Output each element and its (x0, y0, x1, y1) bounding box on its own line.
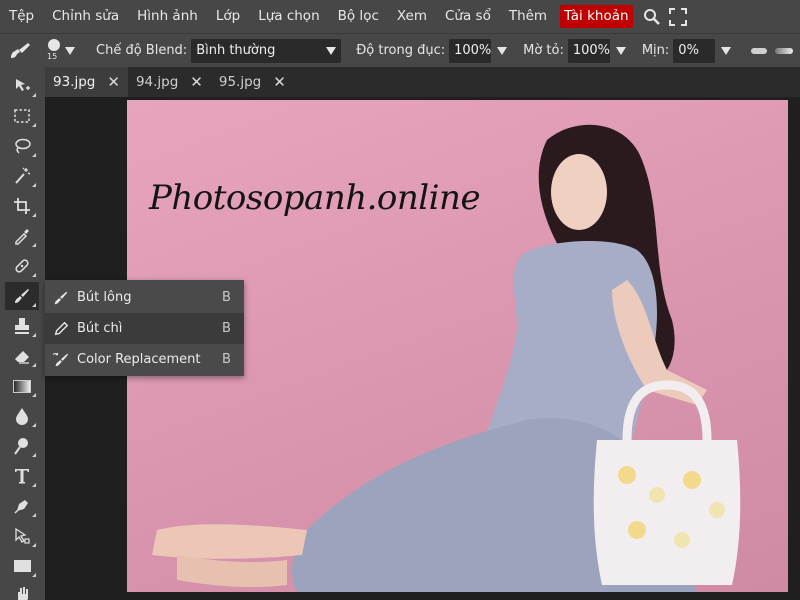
blend-mode-label: Chế độ Blend: (96, 43, 188, 58)
tools-panel (0, 67, 45, 600)
brush-tip-icon (48, 38, 60, 51)
flow-input[interactable]: 100% (567, 38, 610, 63)
brush-preset-picker[interactable]: 15 (40, 34, 80, 68)
menu-window[interactable]: Cửa sổ (436, 0, 500, 33)
stamp-tool[interactable] (5, 312, 39, 340)
magic-wand-icon (15, 167, 31, 184)
pencil-icon (45, 321, 77, 337)
gradient-tool[interactable] (5, 372, 39, 400)
chevron-down-icon (65, 46, 75, 55)
healing-tool[interactable] (5, 252, 39, 280)
brush-icon (45, 290, 77, 306)
type-tool[interactable] (5, 462, 39, 490)
pen-icon (14, 500, 28, 514)
rectangle-tool[interactable] (5, 552, 39, 580)
watermark-text: Photosopanh.online (149, 178, 481, 218)
lasso-icon (15, 138, 31, 154)
menu-bar: Tệp Chỉnh sửa Hình ảnh Lớp Lựa chọn Bộ l… (0, 0, 800, 33)
blur-drop-icon (16, 408, 28, 425)
brush-size-label: 15 (47, 51, 58, 61)
blur-tool[interactable] (5, 402, 39, 430)
options-bar: 15 Chế độ Blend: Bình thường Độ trong đụ… (0, 33, 800, 67)
dodge-icon (14, 438, 28, 455)
pressure-opacity-icon[interactable] (775, 47, 794, 54)
brush-icon (15, 289, 29, 303)
menu-file[interactable]: Tệp (0, 0, 43, 33)
flyout-item-pencil[interactable]: Bút chì B (45, 313, 244, 344)
flow-dropdown-icon[interactable] (615, 46, 626, 55)
blend-mode-value: Bình thường (196, 42, 276, 58)
brush-tool-icon[interactable] (0, 34, 40, 68)
rectangle-icon (13, 560, 31, 572)
magic-wand-tool[interactable] (5, 162, 39, 190)
marquee-tool[interactable] (5, 102, 39, 130)
shortcut-label: B (222, 321, 231, 336)
hand-tool[interactable] (5, 580, 39, 600)
menu-more[interactable]: Thêm (500, 0, 556, 33)
opacity-label: Độ trong đục: (356, 43, 446, 58)
tab-label: 94.jpg (135, 74, 179, 90)
crop-icon (14, 198, 30, 214)
eyedropper-tool[interactable] (5, 222, 39, 250)
search-icon[interactable] (639, 0, 665, 33)
path-select-icon (15, 527, 30, 544)
menu-edit[interactable]: Chỉnh sửa (43, 0, 128, 33)
hand-icon (18, 587, 28, 600)
menu-image[interactable]: Hình ảnh (128, 0, 207, 33)
flyout-item-label: Color Replacement (77, 352, 201, 367)
account-button[interactable]: Tài khoản (560, 5, 633, 28)
eraser-icon (15, 351, 29, 364)
menu-select[interactable]: Lựa chọn (249, 0, 328, 33)
menu-layer[interactable]: Lớp (207, 0, 249, 33)
opacity-input[interactable]: 100% (449, 38, 491, 63)
close-icon[interactable]: ✕ (107, 73, 120, 91)
flyout-item-color-replacement[interactable]: Color Replacement B (45, 344, 244, 375)
move-tool[interactable] (5, 72, 39, 100)
move-icon (16, 79, 30, 91)
gradient-icon (13, 379, 31, 393)
smoothing-dropdown-icon[interactable] (721, 46, 732, 55)
tab-94[interactable]: 94.jpg ✕ (128, 67, 211, 97)
tab-label: 93.jpg (53, 74, 96, 90)
type-icon (15, 469, 29, 484)
tab-label: 95.jpg (218, 74, 262, 90)
opacity-dropdown-icon[interactable] (497, 46, 508, 55)
path-select-tool[interactable] (5, 522, 39, 550)
flow-label: Mờ tỏ: (523, 43, 564, 58)
stamp-icon (15, 318, 29, 334)
lasso-tool[interactable] (5, 132, 39, 160)
bandage-icon (15, 259, 29, 273)
smoothing-input[interactable]: 0% (673, 38, 716, 63)
smoothing-label: Mịn: (641, 43, 670, 58)
menu-filter[interactable]: Bộ lọc (329, 0, 388, 33)
document-tabs: 93.jpg ✕ 94.jpg ✕ 95.jpg ✕ (45, 67, 800, 97)
flyout-item-label: Bút lông (77, 290, 132, 305)
marquee-icon (14, 109, 30, 123)
color-replacement-icon (45, 352, 77, 368)
flyout-item-brush[interactable]: Bút lông B (45, 282, 244, 313)
brush-tool[interactable] (5, 282, 39, 310)
shortcut-label: B (222, 290, 231, 305)
shortcut-label: B (222, 352, 231, 367)
fullscreen-icon[interactable] (665, 0, 691, 33)
menu-view[interactable]: Xem (388, 0, 436, 33)
dodge-tool[interactable] (5, 432, 39, 460)
tab-93[interactable]: 93.jpg ✕ (45, 67, 128, 97)
pressure-size-icon[interactable] (751, 47, 768, 54)
crop-tool[interactable] (5, 192, 39, 220)
eyedropper-icon (15, 229, 29, 245)
brush-tools-flyout: Bút lông B Bút chì B Color Replacement B (45, 280, 244, 376)
close-icon[interactable]: ✕ (273, 73, 286, 91)
eraser-tool[interactable] (5, 342, 39, 370)
tab-95[interactable]: 95.jpg ✕ (211, 67, 294, 97)
chevron-down-icon (326, 46, 337, 55)
flyout-item-label: Bút chì (77, 321, 123, 336)
pen-tool[interactable] (5, 492, 39, 520)
blend-mode-select[interactable]: Bình thường (191, 38, 342, 63)
close-icon[interactable]: ✕ (190, 73, 203, 91)
